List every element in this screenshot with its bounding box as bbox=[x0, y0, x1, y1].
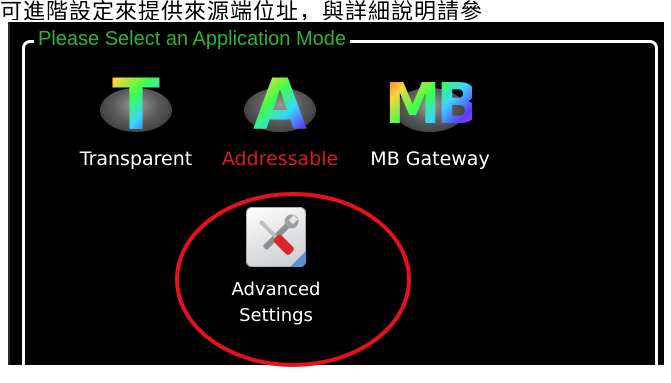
page-fold bbox=[290, 251, 306, 267]
application-mode-panel: Please Select an Application Mode T Tran… bbox=[8, 22, 664, 383]
mode-transparent[interactable]: T Transparent bbox=[68, 66, 204, 170]
mode-mb-gateway[interactable]: MB MB Gateway bbox=[360, 66, 500, 170]
mode-label-transparent: Transparent bbox=[79, 148, 193, 170]
addressable-glyph: A bbox=[238, 66, 322, 144]
transparent-mode-icon: T bbox=[94, 66, 178, 144]
mb-gateway-mode-icon: MB bbox=[385, 66, 479, 144]
advanced-settings-button[interactable]: Advanced Settings bbox=[206, 207, 346, 329]
mode-label-mb-gateway: MB Gateway bbox=[370, 148, 490, 170]
tools-icon bbox=[246, 207, 306, 267]
mb-gateway-glyph: MB bbox=[385, 66, 479, 144]
groupbox-title: Please Select an Application Mode bbox=[34, 28, 350, 51]
mode-addressable[interactable]: A Addressable bbox=[210, 66, 350, 170]
advanced-settings-label: Advanced Settings bbox=[206, 277, 346, 329]
addressable-mode-icon: A bbox=[238, 66, 322, 144]
advanced-label-line1: Advanced bbox=[231, 279, 321, 300]
transparent-glyph: T bbox=[94, 66, 178, 144]
mode-label-addressable: Addressable bbox=[221, 148, 339, 170]
advanced-label-line2: Settings bbox=[239, 305, 313, 326]
top-caption: 可進階設定來提供來源端位址，與詳細說明請參 bbox=[0, 0, 484, 20]
